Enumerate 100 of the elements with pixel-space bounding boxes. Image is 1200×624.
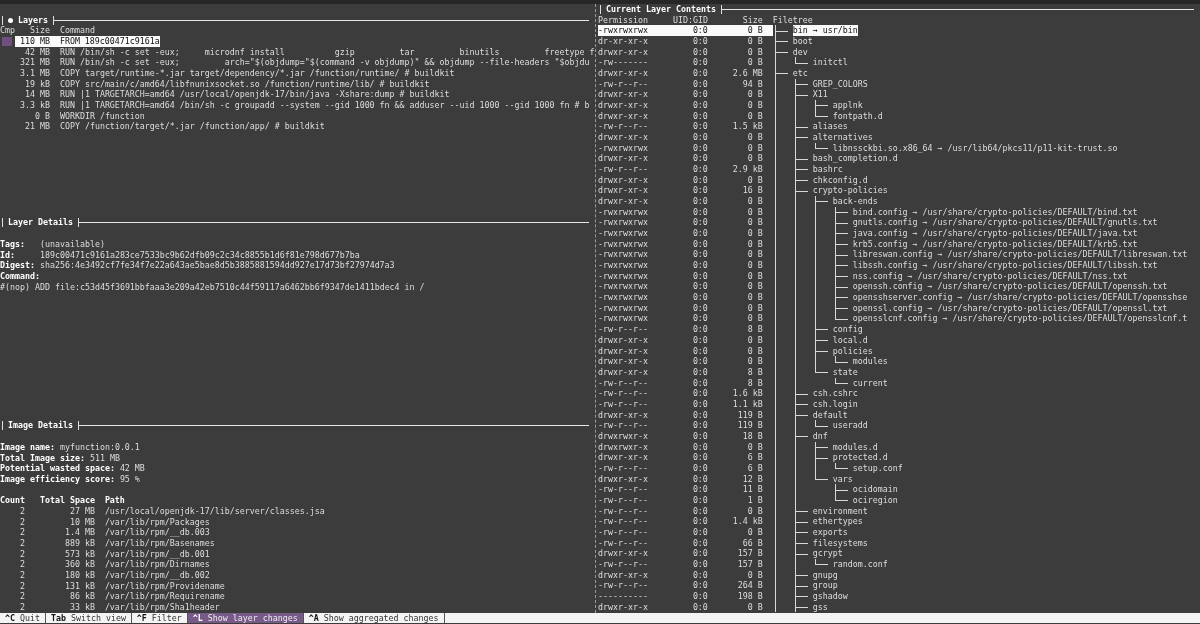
owner-cell-text: 0:0 <box>691 377 708 389</box>
file-name[interactable]: csh.login <box>812 398 858 410</box>
file-name[interactable]: state <box>832 366 858 378</box>
permission-cell: -rwxrwxrwx <box>598 292 648 303</box>
layer-entry[interactable]: 21 MB COPY /function/target/*.jar /function/app/ # buildkit <box>15 121 325 133</box>
file-name[interactable]: gcrypt <box>812 548 843 559</box>
file-name[interactable]: alternatives <box>812 132 873 143</box>
file-name[interactable]: libssh.config → /usr/share/crypto-policies/DEFAULT/libssh.txt <box>852 260 1158 271</box>
file-name[interactable]: krb5.config → /usr/share/crypto-policies/DEFAULT/krb5.txt <box>852 238 1138 250</box>
file-name[interactable]: fontpath.d <box>832 110 883 122</box>
size-cell-text: 0 B <box>746 196 764 207</box>
file-name[interactable]: GREP_COLORS <box>812 78 868 90</box>
file-name[interactable]: dnf <box>812 430 828 442</box>
file-name[interactable]: opensslcnf.config → /usr/share/crypto-policies/DEFAULT/opensslcnf.t <box>852 313 1188 325</box>
file-name[interactable]: nss.config → /usr/share/crypto-policies/DEFAULT/nss.txt <box>852 270 1128 282</box>
owner-cell: 0:0 <box>647 25 708 36</box>
size-cell-text: 0 B <box>746 601 764 613</box>
file-name[interactable]: filesystems <box>812 537 868 549</box>
file-name[interactable]: gshadow <box>812 590 848 602</box>
layer-size: 42 MB <box>23 46 50 58</box>
file-name[interactable]: opensshserver.config → /usr/share/crypto-policies/DEFAULT/opensshse <box>852 292 1188 303</box>
layer-entry[interactable]: 3.3 kB RUN |1 TARGETARCH=amd64 /bin/sh -c groupadd --system --gid 1000 fn && adduser --uid 1000 --gid 1000 fn # b <box>15 100 590 111</box>
shortcut-hint[interactable]: Tab Switch view <box>45 612 132 624</box>
size-cell-text: 119 B <box>736 420 764 431</box>
file-name[interactable]: openssh.config → /usr/share/crypto-policies/DEFAULT/openssh.txt <box>852 281 1168 293</box>
file-name[interactable]: group <box>812 580 838 591</box>
shortcut-hint[interactable]: ^C Quit <box>0 612 46 624</box>
layer-entry[interactable]: 110 MB FROM 189c00471c9161a <box>14 36 160 47</box>
file-name[interactable]: ocidomain <box>852 484 898 495</box>
size-cell-text: 1.6 kB <box>731 388 764 399</box>
file-name[interactable]: back-ends <box>832 196 878 207</box>
permission-cell: -rw-r--r-- <box>598 324 648 335</box>
owner-cell-text: 0:0 <box>691 313 708 325</box>
field-label: Digest: <box>0 260 36 271</box>
table-cell-text: 2 <box>18 569 25 581</box>
shortcut-hint[interactable]: ^L Show layer changes <box>187 612 304 624</box>
file-name[interactable]: gnupg <box>812 569 838 581</box>
layer-entry[interactable]: 0 B WORKDIR /function <box>15 110 145 122</box>
file-name[interactable]: modules <box>852 356 888 367</box>
file-name[interactable]: openssl.config → /usr/share/crypto-policies/DEFAULT/openssl.txt <box>852 302 1168 314</box>
file-name[interactable]: config <box>832 324 863 335</box>
file-name[interactable]: csh.cshrc <box>812 388 858 399</box>
file-name[interactable]: chkconfig.d <box>812 174 868 186</box>
shortcut-hint[interactable]: ^A Show aggregated changes <box>303 612 445 624</box>
file-name[interactable]: protected.d <box>832 452 888 463</box>
shortcut-hint[interactable]: ^F Filter <box>131 612 188 624</box>
permission-cell: drwxr-xr-x <box>598 345 648 357</box>
file-name[interactable]: policies <box>832 345 873 357</box>
column-header: Path <box>104 495 125 506</box>
layer-entry[interactable]: 19 kB COPY src/main/c/amd64/libfnunixsocket.so /function/runtime/lib/ # buildkit <box>15 78 430 90</box>
layer-entry[interactable]: 321 MB RUN /bin/sh -c set -eux; arch="$(objdump="$(command -v objdump)" && objdump --file-headers "$objdu <box>15 57 590 69</box>
permission-cell: drwxr-xr-x <box>598 366 648 378</box>
file-name[interactable]: dev <box>792 46 808 58</box>
file-name[interactable]: libnssckbi.so.x86_64 → /usr/lib64/pkcs11/p11-kit-trust.so <box>832 142 1118 154</box>
size-cell-text: 157 B <box>736 558 764 570</box>
file-name[interactable]: libreswan.config → /usr/share/crypto-policies/DEFAULT/libreswan.txt <box>852 249 1188 261</box>
layer-entry[interactable]: 14 MB RUN |1 TARGETARCH=amd64 /usr/local/openjdk-17/bin/java -Xshare:dump # buildkit <box>15 89 450 101</box>
file-name[interactable]: exports <box>812 526 848 538</box>
file-name[interactable]: useradd <box>832 420 868 431</box>
permission-cell: -rw-r--r-- <box>598 516 648 527</box>
file-name[interactable]: ociregion <box>852 494 898 506</box>
file-name[interactable]: modules.d <box>832 441 878 453</box>
file-name[interactable]: gss <box>812 601 828 613</box>
owner-cell-text: 0:0 <box>691 121 708 133</box>
file-name[interactable]: initctl <box>812 57 848 69</box>
file-name[interactable]: bind.config → /usr/share/crypto-policies/DEFAULT/bind.txt <box>852 206 1138 218</box>
file-name[interactable]: ethertypes <box>812 516 863 527</box>
file-name[interactable]: vars <box>832 473 853 485</box>
file-name[interactable]: crypto-policies <box>812 185 888 197</box>
table-cell: /var/lib/rpm/__db.002 <box>104 569 210 581</box>
file-name[interactable]: bashrc <box>812 164 843 175</box>
file-name[interactable]: current <box>852 377 888 389</box>
size-cell-text: 0 B <box>746 249 764 261</box>
file-name[interactable]: X11 <box>812 89 828 101</box>
file-name[interactable]: environment <box>812 505 868 517</box>
owner-cell-text: 0:0 <box>691 334 708 346</box>
file-name[interactable]: java.config → /usr/share/crypto-policies/DEFAULT/java.txt <box>852 228 1138 239</box>
file-name[interactable]: etc <box>792 68 808 79</box>
file-name[interactable]: gnutls.config → /usr/share/crypto-policies/DEFAULT/gnutls.txt <box>852 217 1158 229</box>
command-text: #(nop) ADD file:c53d45f3691bbfaaa3e209a42eb7510c44f59117a6462bb6f9347de1411bdec4 in / <box>0 281 425 293</box>
column-header: Command <box>59 25 95 36</box>
file-name[interactable]: boot <box>792 36 813 47</box>
file-name[interactable]: applnk <box>832 100 863 111</box>
size-cell-text: 157 B <box>736 548 764 559</box>
size-cell-text: 2.9 kB <box>731 164 764 175</box>
file-name[interactable]: bash_completion.d <box>812 153 898 165</box>
file-name[interactable]: bin → usr/bin <box>792 25 858 36</box>
size-cell-text: 16 B <box>741 185 764 197</box>
size-cell-text: 119 B <box>736 409 764 421</box>
file-name[interactable]: aliases <box>812 121 848 133</box>
file-name[interactable]: default <box>812 409 848 421</box>
layer-entry[interactable]: 3.1 MB COPY target/runtime-*.jar target/dependency/*.jar /function/runtime/ # buildkit <box>15 68 455 79</box>
layer-size: 21 MB <box>23 121 50 133</box>
file-name[interactable]: local.d <box>832 334 868 346</box>
file-name[interactable]: random.conf <box>832 558 888 570</box>
layer-entry[interactable]: 42 MB RUN /bin/sh -c set -eux; microdnf install gzip tar binutils freetype f <box>15 46 595 58</box>
file-name[interactable]: setup.conf <box>852 462 903 474</box>
layer-command: WORKDIR /function <box>59 110 145 122</box>
size-cell-text: 0 B <box>746 441 764 453</box>
field-label: Command: <box>0 270 40 282</box>
